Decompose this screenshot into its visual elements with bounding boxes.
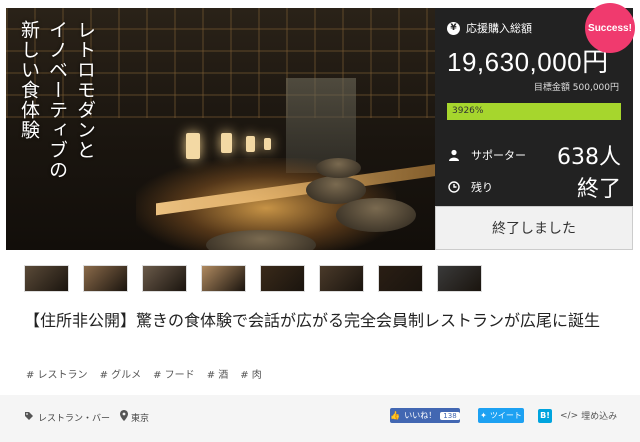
location-pin-icon bbox=[120, 410, 129, 424]
gallery-thumbnail[interactable] bbox=[83, 265, 128, 292]
supporters-stat: サポーター 638人 bbox=[447, 139, 621, 171]
remaining-stat: 残り 終了 bbox=[447, 171, 621, 203]
goal-value: 500,000円 bbox=[572, 83, 619, 93]
category-link[interactable]: レストラン・バー bbox=[24, 411, 110, 424]
project-title: 【住所非公開】驚きの食体験で会話が広がる完全会員制レストランが広尾に誕生 bbox=[24, 311, 601, 330]
total-label: 応援購入総額 bbox=[466, 22, 532, 35]
tag-gourmet[interactable]: # グルメ bbox=[100, 366, 142, 381]
project-hero-image: レトロモダンと イノベーティブの 新しい食体験 bbox=[6, 8, 435, 250]
tagline-line-1: レトロモダンと bbox=[74, 20, 96, 160]
like-label: いいね！ bbox=[404, 411, 437, 420]
location-label: 東京 bbox=[131, 413, 150, 424]
tweet-label: ツイート bbox=[489, 411, 522, 420]
progress-fill: 3926% bbox=[447, 103, 621, 120]
progress-bar: 3926% bbox=[447, 103, 621, 120]
person-icon bbox=[447, 148, 461, 162]
lamp bbox=[186, 133, 200, 159]
tagline-line-3: 新しい食体験 bbox=[18, 20, 40, 140]
hatena-bookmark-button[interactable]: B! bbox=[538, 408, 552, 423]
stool bbox=[336, 198, 416, 232]
goal-amount: 目標金額 500,000円 bbox=[534, 80, 619, 93]
tag-meat[interactable]: # 肉 bbox=[240, 366, 262, 381]
tag-restaurant[interactable]: # レストラン bbox=[26, 366, 88, 381]
location-link[interactable]: 東京 bbox=[120, 410, 149, 424]
tag-food[interactable]: # フード bbox=[153, 366, 195, 381]
embed-button[interactable]: </> 埋め込み bbox=[560, 409, 618, 423]
like-count: 138 bbox=[440, 411, 460, 420]
stool bbox=[316, 158, 361, 178]
code-icon: </> bbox=[560, 410, 579, 421]
remaining-label: 残り bbox=[471, 181, 493, 194]
lamp bbox=[221, 133, 232, 153]
remaining-value: 終了 bbox=[576, 177, 621, 202]
lamp bbox=[246, 136, 255, 152]
gallery-thumbnail[interactable] bbox=[378, 265, 423, 292]
gallery-thumbnail[interactable] bbox=[437, 265, 482, 292]
embed-label: 埋め込み bbox=[581, 412, 618, 422]
tag-sake[interactable]: # 酒 bbox=[207, 366, 229, 381]
lamp bbox=[264, 138, 271, 150]
gallery-thumbnail[interactable] bbox=[201, 265, 246, 292]
total-amount: 19,630,000円 bbox=[447, 47, 609, 77]
gallery-thumbnail[interactable] bbox=[24, 265, 69, 292]
gallery-thumbnail[interactable] bbox=[142, 265, 187, 292]
facebook-like-button[interactable]: 👍 いいね！ 138 bbox=[390, 408, 460, 423]
success-badge: Success! bbox=[585, 3, 635, 53]
supporters-label: サポーター bbox=[471, 149, 526, 162]
thumbs-up-icon: 👍 bbox=[390, 411, 401, 420]
category-label: レストラン・バー bbox=[38, 413, 111, 424]
tagline-line-2: イノベーティブの bbox=[46, 20, 68, 180]
gallery-thumbnail[interactable] bbox=[260, 265, 305, 292]
hero-tagline: レトロモダンと イノベーティブの 新しい食体験 bbox=[18, 20, 96, 180]
twitter-bird-icon: ✦ bbox=[480, 411, 487, 420]
thumbnail-strip bbox=[24, 265, 482, 292]
supporters-count: 638人 bbox=[557, 145, 621, 170]
tweet-button[interactable]: ✦ ツイート bbox=[478, 408, 524, 423]
tag-icon bbox=[24, 411, 34, 424]
goal-label: 目標金額 bbox=[533, 83, 570, 93]
yen-icon: ¥ bbox=[447, 21, 460, 35]
gallery-thumbnail[interactable] bbox=[319, 265, 364, 292]
project-footer: レストラン・バー 東京 👍 いいね！ 138 ✦ ツイート B! </> 埋め込… bbox=[0, 395, 640, 442]
ended-button[interactable]: 終了しました bbox=[435, 206, 633, 250]
clock-icon bbox=[447, 180, 461, 194]
tag-list: # レストラン # グルメ # フード # 酒 # 肉 bbox=[26, 366, 262, 381]
